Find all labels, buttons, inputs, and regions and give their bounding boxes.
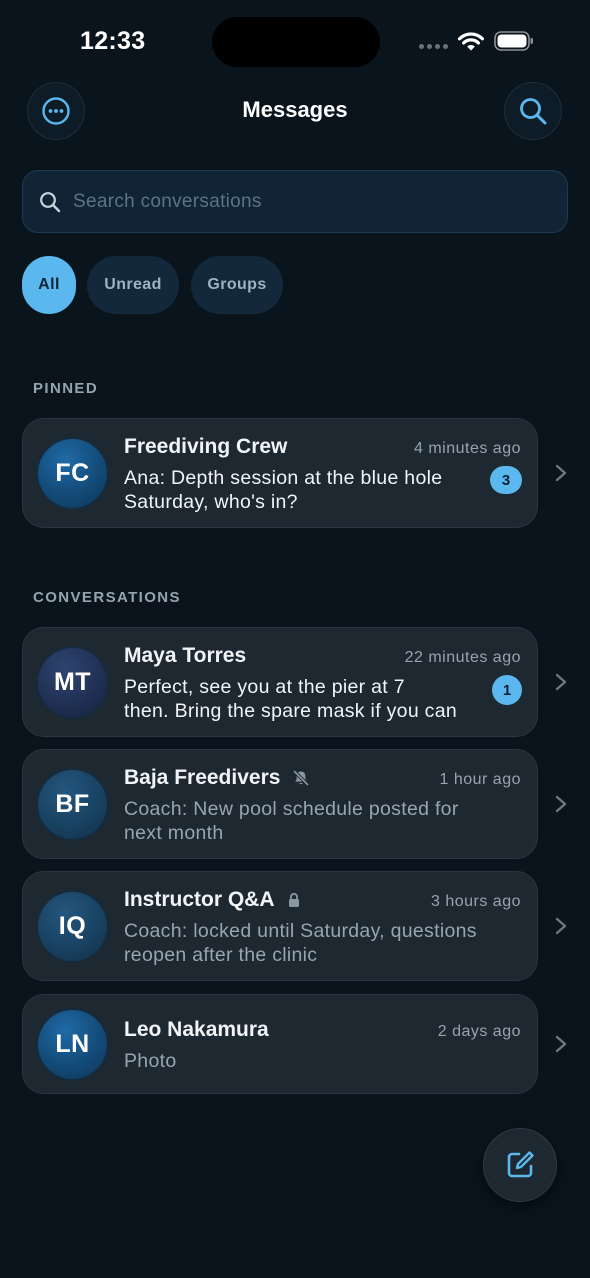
- avatar: FC: [38, 439, 107, 508]
- conversation-name-wrap: Maya Torres: [124, 644, 246, 668]
- search-input[interactable]: [73, 190, 533, 213]
- chevron-right-icon: [555, 673, 567, 691]
- conversation-row-maya-torres[interactable]: MT Maya Torres 22 minutes ago Perfect, s…: [22, 627, 538, 737]
- conversation-name-wrap: Instructor Q&A: [124, 888, 301, 912]
- search-button[interactable]: [504, 82, 562, 140]
- preview-line: then. Bring the spare mask if you can: [124, 700, 458, 722]
- lock-icon: [288, 892, 299, 907]
- avatar: IQ: [38, 892, 107, 961]
- conversation-name-wrap: Freediving Crew: [124, 435, 287, 459]
- conversation-name: Baja Freedivers: [124, 766, 281, 789]
- compose-icon: [507, 1151, 534, 1178]
- avatar: BF: [38, 770, 107, 839]
- cellular-signal-icon: [419, 44, 448, 49]
- conversation-row-instructor-qa[interactable]: IQ Instructor Q&A 3 hours ago Coach: loc…: [22, 871, 538, 981]
- conversation-time: 4 minutes ago: [413, 440, 521, 457]
- conversation-time: 1 hour ago: [439, 771, 521, 788]
- conversation-row-leo-nakamura[interactable]: LN Leo Nakamura 2 days ago Photo: [22, 994, 538, 1094]
- conversation-row-baja-freedivers[interactable]: BF Baja Freedivers 1 hour ago Coach: New…: [22, 749, 538, 859]
- page-title: Messages: [242, 97, 348, 122]
- compose-button[interactable]: [483, 1128, 557, 1202]
- unread-badge: 3: [490, 466, 522, 494]
- messages-screen: 12:33 Messages All: [0, 0, 590, 1278]
- muted-bell-icon: [293, 770, 310, 786]
- status-time: 12:33: [80, 27, 146, 55]
- filter-chip-unread[interactable]: Unread: [87, 256, 179, 314]
- chevron-right-icon: [555, 917, 567, 935]
- avatar: MT: [38, 648, 107, 717]
- conversation-name-wrap: Leo Nakamura: [124, 1018, 269, 1042]
- conversation-preview: Ana: Depth session at the blue hole Satu…: [124, 467, 443, 513]
- chevron-right-icon: [555, 464, 567, 482]
- conversation-preview: Photo: [124, 1050, 177, 1072]
- conversation-time: 22 minutes ago: [404, 649, 521, 666]
- preview-line: Perfect, see you at the pier at 7: [124, 676, 405, 698]
- section-label-conversations: CONVERSATIONS: [33, 589, 181, 606]
- conversation-preview: Coach: New pool schedule posted for next…: [124, 798, 459, 844]
- chevron-right-icon: [555, 1035, 567, 1053]
- conversation-row-freediving-crew[interactable]: FC Freediving Crew 4 minutes ago Ana: De…: [22, 418, 538, 528]
- conversation-name: Instructor Q&A: [124, 888, 275, 911]
- conversation-name: Leo Nakamura: [124, 1018, 269, 1041]
- search-field[interactable]: [22, 170, 568, 233]
- filter-chip-groups[interactable]: Groups: [191, 256, 283, 314]
- search-icon: [520, 98, 547, 125]
- dynamic-island: [212, 17, 380, 67]
- conversation-name: Maya Torres: [124, 644, 247, 667]
- conversation-name-wrap: Baja Freedivers: [124, 766, 310, 790]
- filter-chip-all[interactable]: All: [22, 256, 76, 314]
- conversation-time: 2 days ago: [437, 1023, 521, 1040]
- section-label-pinned: PINNED: [33, 380, 99, 397]
- conversation-preview: Perfect, see you at the pier at 7 then. …: [124, 675, 484, 723]
- battery-icon: [494, 31, 533, 51]
- search-field-icon: [40, 191, 61, 212]
- avatar: LN: [38, 1010, 107, 1079]
- wifi-icon: [458, 32, 484, 51]
- conversation-preview: Coach: locked until Saturday, questions …: [124, 920, 477, 966]
- conversation-name: Freediving Crew: [124, 435, 288, 458]
- conversation-time: 3 hours ago: [430, 893, 521, 910]
- unread-badge: 1: [492, 675, 522, 705]
- chevron-right-icon: [555, 795, 567, 813]
